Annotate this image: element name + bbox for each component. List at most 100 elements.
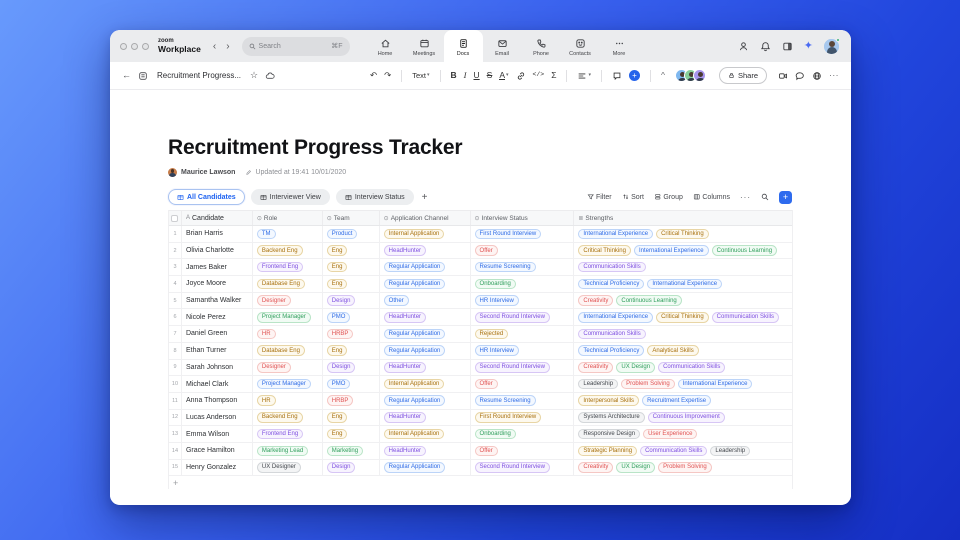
application-channel-cell[interactable]: HeadHunter — [380, 309, 471, 325]
candidate-cell[interactable]: Olivia Charlotte — [182, 243, 253, 259]
strengths-cell[interactable]: CreativityUX DesignCommunication Skills — [574, 360, 792, 376]
team-cell[interactable]: Eng — [323, 343, 380, 359]
column-header-candidate[interactable]: ACandidate — [182, 211, 253, 225]
collaborator-avatar[interactable] — [693, 69, 706, 82]
strengths-cell[interactable]: Critical ThinkingInternational Experienc… — [574, 243, 792, 259]
interview-status-cell[interactable]: HR Interview — [471, 293, 575, 309]
maximize-window-button[interactable] — [142, 43, 149, 50]
role-cell[interactable]: Project Manager — [253, 376, 323, 392]
user-avatar[interactable] — [824, 39, 839, 54]
candidate-cell[interactable]: Nicole Perez — [182, 309, 253, 325]
team-cell[interactable]: PMO — [323, 309, 380, 325]
add-view-button[interactable]: + — [422, 192, 428, 203]
application-channel-cell[interactable]: HeadHunter — [380, 360, 471, 376]
favorite-star-icon[interactable]: ☆ — [250, 71, 258, 80]
minimize-window-button[interactable] — [131, 43, 138, 50]
application-channel-cell[interactable]: Internal Application — [380, 376, 471, 392]
nav-item-more[interactable]: More — [600, 30, 639, 62]
role-cell[interactable]: Project Manager — [253, 309, 323, 325]
strengths-cell[interactable]: Interpersonal SkillsRecruitment Expertis… — [574, 393, 792, 409]
undo-button[interactable]: ↶ — [370, 71, 377, 80]
role-cell[interactable]: Backend Eng — [253, 410, 323, 426]
application-channel-cell[interactable]: Regular Application — [380, 276, 471, 292]
more-controls-button[interactable]: ··· — [740, 193, 751, 202]
global-search-input[interactable]: Search ⌘F — [242, 37, 350, 56]
tab-all-candidates[interactable]: All Candidates — [168, 189, 245, 205]
tab-interviewer-view[interactable]: Interviewer View — [251, 189, 330, 205]
candidate-cell[interactable]: Sarah Johnson — [182, 360, 253, 376]
text-style-dropdown[interactable]: Text▾ — [412, 72, 429, 80]
role-cell[interactable]: Backend Eng — [253, 243, 323, 259]
role-cell[interactable]: Frontend Eng — [253, 426, 323, 442]
interview-status-cell[interactable]: Offer — [471, 443, 575, 459]
role-cell[interactable]: HR — [253, 326, 323, 342]
application-channel-cell[interactable]: Regular Application — [380, 343, 471, 359]
candidate-cell[interactable]: Michael Clark — [182, 376, 253, 392]
interview-status-cell[interactable]: Offer — [471, 243, 575, 259]
role-cell[interactable]: UX Designer — [253, 460, 323, 476]
text-color-dropdown[interactable]: A▾ — [499, 71, 508, 81]
team-cell[interactable]: Eng — [323, 410, 380, 426]
collapse-toolbar-button[interactable]: ^ — [661, 71, 665, 80]
application-channel-cell[interactable]: Internal Application — [380, 226, 471, 242]
nav-item-phone[interactable]: Phone — [522, 30, 561, 62]
history-back-button[interactable]: ‹ — [213, 41, 216, 52]
team-cell[interactable]: Product — [323, 226, 380, 242]
nav-item-email[interactable]: Email — [483, 30, 522, 62]
application-channel-cell[interactable]: HeadHunter — [380, 410, 471, 426]
role-cell[interactable]: Frontend Eng — [253, 259, 323, 275]
comment-button[interactable] — [612, 71, 622, 81]
team-cell[interactable]: PMO — [323, 376, 380, 392]
tab-interview-status[interactable]: Interview Status — [336, 189, 414, 205]
underline-button[interactable]: U — [474, 71, 480, 80]
candidate-cell[interactable]: Brian Harris — [182, 226, 253, 242]
candidate-cell[interactable]: Grace Hamilton — [182, 443, 253, 459]
application-channel-cell[interactable]: HeadHunter — [380, 443, 471, 459]
doc-home-icon[interactable] — [138, 71, 148, 81]
strengths-cell[interactable]: International ExperienceCritical Thinkin… — [574, 226, 792, 242]
add-record-button[interactable]: + — [779, 191, 792, 204]
application-channel-cell[interactable]: Regular Application — [380, 393, 471, 409]
application-channel-cell[interactable]: Regular Application — [380, 326, 471, 342]
candidate-cell[interactable]: Joyce Moore — [182, 276, 253, 292]
italic-button[interactable]: I — [464, 71, 467, 80]
share-button[interactable]: Share — [719, 67, 767, 84]
strengths-cell[interactable]: Systems ArchitectureContinuous Improveme… — [574, 410, 792, 426]
select-all-checkbox[interactable] — [171, 215, 178, 222]
column-header-interview-status[interactable]: ⊙Interview Status — [471, 211, 575, 225]
interview-status-cell[interactable]: HR Interview — [471, 343, 575, 359]
candidate-cell[interactable]: Ethan Turner — [182, 343, 253, 359]
application-channel-cell[interactable]: Other — [380, 293, 471, 309]
strengths-cell[interactable]: LeadershipProblem SolvingInternational E… — [574, 376, 792, 392]
interview-status-cell[interactable]: Offer — [471, 376, 575, 392]
more-options-button[interactable]: ··· — [829, 71, 839, 80]
interview-status-cell[interactable]: Second Round Interview — [471, 360, 575, 376]
nav-item-docs[interactable]: Docs — [444, 30, 483, 62]
role-cell[interactable]: Designer — [253, 293, 323, 309]
role-cell[interactable]: Database Eng — [253, 276, 323, 292]
candidate-cell[interactable]: Lucas Anderson — [182, 410, 253, 426]
team-cell[interactable]: Design — [323, 293, 380, 309]
interview-status-cell[interactable]: First Round Interview — [471, 226, 575, 242]
code-button[interactable]: </> — [533, 72, 545, 79]
strikethrough-button[interactable]: S — [487, 71, 493, 80]
team-cell[interactable]: HRBP — [323, 326, 380, 342]
add-row-button[interactable]: + — [169, 476, 792, 489]
strengths-cell[interactable]: Communication Skills — [574, 326, 792, 342]
nav-item-meetings[interactable]: Meetings — [405, 30, 444, 62]
group-button[interactable]: Group — [654, 193, 683, 201]
columns-button[interactable]: Columns — [693, 193, 730, 201]
side-panel-icon[interactable] — [782, 41, 793, 52]
team-cell[interactable]: Marketing — [323, 443, 380, 459]
column-header-strengths[interactable]: ≣Strengths — [574, 211, 792, 225]
language-globe-button[interactable] — [812, 71, 822, 81]
search-in-table-icon[interactable] — [761, 193, 769, 201]
interview-status-cell[interactable]: Onboarding — [471, 426, 575, 442]
team-cell[interactable]: HRBP — [323, 393, 380, 409]
strengths-cell[interactable]: International ExperienceCritical Thinkin… — [574, 309, 792, 325]
candidate-cell[interactable]: James Baker — [182, 259, 253, 275]
nav-item-home[interactable]: Home — [366, 30, 405, 62]
strengths-cell[interactable]: CreativityUX DesignProblem Solving — [574, 460, 792, 476]
strengths-cell[interactable]: Technical ProficiencyInternational Exper… — [574, 276, 792, 292]
bold-button[interactable]: B — [451, 71, 457, 80]
